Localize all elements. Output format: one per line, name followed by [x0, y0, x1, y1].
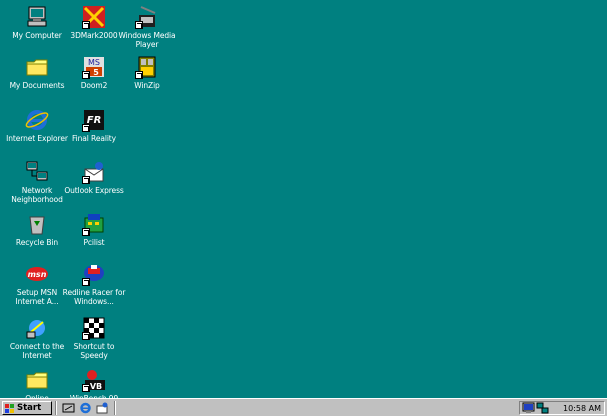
connect-internet-icon — [25, 316, 49, 340]
desktop-icon-redline-racer[interactable]: Redline Racer for Windows... — [62, 262, 126, 306]
outlook-express-icon[interactable] — [96, 402, 109, 414]
desktop-icon-my-documents[interactable]: My Documents — [5, 55, 69, 90]
icon-label: Network Neighborhood — [11, 186, 63, 204]
icon-label: Recycle Bin — [15, 238, 59, 247]
icon-label: WinZip — [134, 81, 160, 90]
svg-text:msn: msn — [28, 270, 47, 279]
icon-label: Internet Explorer — [6, 134, 68, 143]
outlook-express-icon — [82, 160, 106, 184]
internet-explorer-icon — [25, 108, 49, 132]
icon-label: Setup MSN Internet A... — [15, 288, 59, 306]
desktop: My Computer My Documents Internet Explor… — [0, 0, 607, 403]
desktop-icon-recycle-bin[interactable]: Recycle Bin — [5, 212, 69, 247]
show-desktop-icon[interactable] — [62, 402, 75, 414]
icon-label: Redline Racer for Windows... — [62, 288, 126, 306]
icon-label: Shortcut to Speedy — [73, 342, 115, 360]
display-settings-icon[interactable] — [522, 402, 535, 414]
desktop-icon-setup-msn[interactable]: msn Setup MSN Internet A... — [5, 262, 69, 306]
icon-label: Final Reality — [71, 134, 116, 143]
doom2-icon: MS 5 — [82, 55, 106, 79]
svg-text:5: 5 — [93, 68, 99, 77]
taskbar: Start 10:58 AM — [0, 398, 607, 416]
computer-icon — [25, 5, 49, 29]
network-icon — [25, 160, 49, 184]
desktop-icon-pcilist[interactable]: Pcilist — [62, 212, 126, 247]
desktop-icon-windows-media-player[interactable]: Windows Media Player — [115, 5, 179, 49]
folder-icon — [25, 55, 49, 79]
svg-text:MS: MS — [88, 58, 100, 67]
svg-text:VB: VB — [90, 382, 102, 391]
winbench-icon: VB — [82, 368, 106, 392]
3dmark-icon — [82, 5, 106, 29]
recycle-bin-icon — [25, 212, 49, 236]
network-tray-icon[interactable] — [536, 402, 549, 414]
final-reality-icon: FR — [82, 108, 106, 132]
msn-icon: msn — [25, 262, 49, 286]
windows-logo-icon — [5, 403, 15, 413]
desktop-icon-network-neighborhood[interactable]: Network Neighborhood — [5, 160, 69, 204]
desktop-icon-connect-internet[interactable]: Connect to the Internet — [5, 316, 69, 360]
icon-label: Connect to the Internet — [9, 342, 65, 360]
icon-label: Pcilist — [83, 238, 105, 247]
start-label: Start — [17, 403, 42, 413]
desktop-icon-shortcut-speedy[interactable]: Shortcut to Speedy — [62, 316, 126, 360]
clock[interactable]: 10:58 AM — [563, 403, 601, 414]
start-button[interactable]: Start — [2, 401, 52, 415]
desktop-icon-final-reality[interactable]: FR Final Reality — [62, 108, 126, 143]
desktop-icon-outlook-express[interactable]: Outlook Express — [62, 160, 126, 195]
system-tray: 10:58 AM — [519, 401, 605, 415]
desktop-icon-internet-explorer[interactable]: Internet Explorer — [5, 108, 69, 143]
redline-racer-icon — [82, 262, 106, 286]
desktop-icon-winzip[interactable]: WinZip — [115, 55, 179, 90]
icon-label: Outlook Express — [64, 186, 124, 195]
icon-label: Windows Media Player — [118, 31, 176, 49]
taskbar-separator — [114, 401, 116, 415]
pcilist-icon — [82, 212, 106, 236]
media-player-icon — [135, 5, 159, 29]
taskbar-separator — [55, 401, 57, 415]
icon-label: My Documents — [9, 81, 65, 90]
winzip-icon — [135, 55, 159, 79]
internet-explorer-icon[interactable] — [79, 402, 92, 414]
icon-label: My Computer — [12, 31, 62, 40]
folder-icon — [25, 368, 49, 392]
checkered-flag-icon — [82, 316, 106, 340]
desktop-icon-my-computer[interactable]: My Computer — [5, 5, 69, 40]
